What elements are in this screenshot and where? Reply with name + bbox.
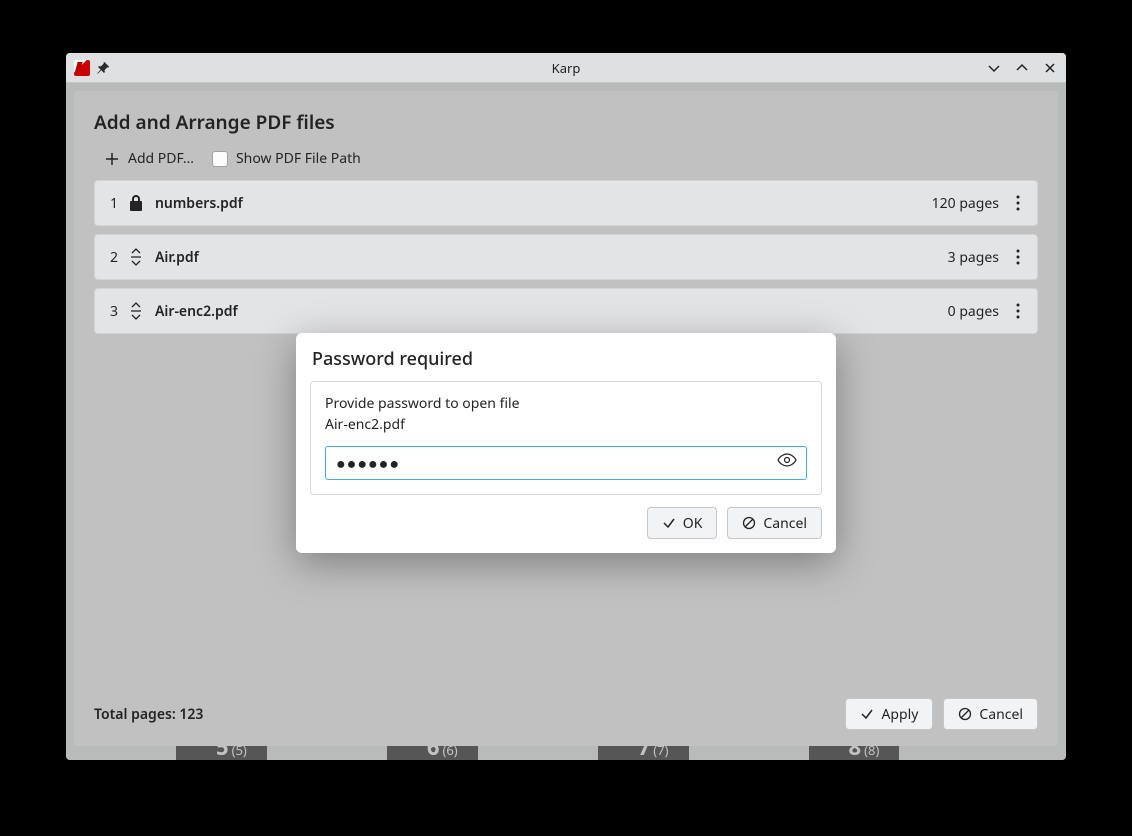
file-row-menu-button[interactable] [1009, 303, 1027, 319]
password-dialog-filename: Air-enc2.pdf [325, 415, 807, 434]
password-dialog-title: Password required [310, 347, 822, 371]
ok-button[interactable]: OK [647, 507, 718, 539]
file-row-menu-button[interactable] [1009, 195, 1027, 211]
cancel-button[interactable]: Cancel [943, 698, 1038, 730]
window-title: Karp [154, 59, 978, 77]
check-icon [662, 516, 676, 530]
close-button[interactable] [1042, 60, 1058, 76]
dialog-title: Add and Arrange PDF files [94, 109, 1038, 135]
app-icon [74, 60, 90, 76]
apply-button[interactable]: Apply [845, 698, 933, 730]
app-window: Karp 5(5) 6(6) 7(7) 8(8) Add and Arrange… [66, 53, 1066, 760]
file-row[interactable]: 2 Air.pdf 3 pages [94, 234, 1038, 280]
password-dialog: Password required Provide password to op… [296, 333, 836, 553]
minimize-button[interactable] [986, 60, 1002, 76]
pin-icon[interactable] [96, 61, 110, 75]
password-input[interactable] [325, 446, 807, 480]
reveal-password-button[interactable] [777, 453, 797, 473]
show-path-checkbox[interactable]: Show PDF File Path [212, 149, 361, 168]
drag-handle-icon[interactable] [123, 302, 149, 320]
plus-icon [104, 151, 120, 167]
add-pdf-button[interactable]: Add PDF… [104, 149, 194, 168]
lock-icon [123, 193, 149, 213]
eye-icon [777, 453, 797, 467]
maximize-button[interactable] [1014, 60, 1030, 76]
password-dialog-message: Provide password to open file [325, 394, 807, 413]
file-row[interactable]: 1 numbers.pdf 120 pages [94, 180, 1038, 226]
drag-handle-icon[interactable] [123, 248, 149, 266]
cancel-icon [958, 707, 972, 721]
file-row-menu-button[interactable] [1009, 249, 1027, 265]
cancel-button[interactable]: Cancel [727, 507, 822, 539]
file-row[interactable]: 3 Air-enc2.pdf 0 pages [94, 288, 1038, 334]
checkbox-icon [212, 151, 228, 167]
check-icon [860, 707, 874, 721]
titlebar: Karp [66, 53, 1066, 83]
total-pages-label: Total pages: 123 [94, 705, 203, 724]
cancel-icon [742, 516, 756, 530]
